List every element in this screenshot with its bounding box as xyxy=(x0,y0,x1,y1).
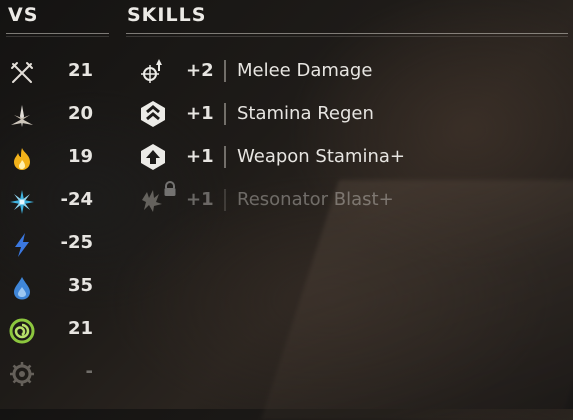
vs-value: -24 xyxy=(60,189,93,210)
vs-header: VS xyxy=(8,4,39,26)
vs-value: - xyxy=(85,361,93,382)
skills-header-divider-shadow xyxy=(126,36,568,37)
skill-separator xyxy=(224,60,226,82)
water-drop-icon xyxy=(14,277,30,300)
skill-separator xyxy=(224,103,226,125)
shock-icon xyxy=(15,233,29,257)
vs-row-water: 35 xyxy=(0,267,110,307)
vs-value: 35 xyxy=(67,275,93,296)
skill-bonus: +1 xyxy=(186,146,214,167)
skills-header: SKILLS xyxy=(127,4,207,26)
vs-value: 20 xyxy=(67,103,93,124)
skill-row-weapon-stamina: +1 Weapon Stamina+ xyxy=(130,138,570,178)
vs-row-melee: 21 xyxy=(0,52,110,92)
skill-separator xyxy=(224,146,226,168)
stamina-regen-icon xyxy=(141,101,165,127)
skill-bonus: +1 xyxy=(186,189,214,210)
vs-value: 21 xyxy=(67,318,93,339)
vs-header-divider xyxy=(6,33,109,34)
vs-row-shock: -25 xyxy=(0,224,110,264)
vs-header-divider-shadow xyxy=(6,36,109,37)
skill-bonus: +2 xyxy=(186,60,214,81)
corruption-gear-icon xyxy=(10,362,34,386)
skill-row-stamina-regen: +1 Stamina Regen xyxy=(130,95,570,135)
skill-row-resonator-blast: +1 Resonator Blast+ xyxy=(130,181,570,221)
skill-name: Stamina Regen xyxy=(237,103,374,124)
vs-row-impact: 20 xyxy=(0,95,110,135)
lock-icon xyxy=(164,181,176,196)
melee-damage-icon xyxy=(141,59,162,83)
impact-burst-icon xyxy=(11,105,33,127)
skill-name: Weapon Stamina+ xyxy=(237,146,405,167)
skill-row-melee-damage: +2 Melee Damage xyxy=(130,52,570,92)
vs-value: 19 xyxy=(67,146,93,167)
vs-value: -25 xyxy=(60,232,93,253)
plasma-spiral-icon xyxy=(9,318,35,344)
skill-name: Resonator Blast+ xyxy=(237,189,394,210)
vs-value: 21 xyxy=(67,60,93,81)
vs-row-corruption: - xyxy=(0,353,110,393)
vs-row-plasma: 21 xyxy=(0,310,110,350)
skill-separator xyxy=(224,189,226,211)
skill-bonus: +1 xyxy=(186,103,214,124)
weapon-stamina-icon xyxy=(141,144,165,170)
skills-header-divider xyxy=(126,33,568,34)
skill-name: Melee Damage xyxy=(237,60,373,81)
frost-icon xyxy=(10,190,34,214)
fire-icon xyxy=(14,148,30,170)
vs-row-fire: 19 xyxy=(0,138,110,178)
vs-row-frost: -24 xyxy=(0,181,110,221)
melee-sword-icon xyxy=(11,62,33,83)
